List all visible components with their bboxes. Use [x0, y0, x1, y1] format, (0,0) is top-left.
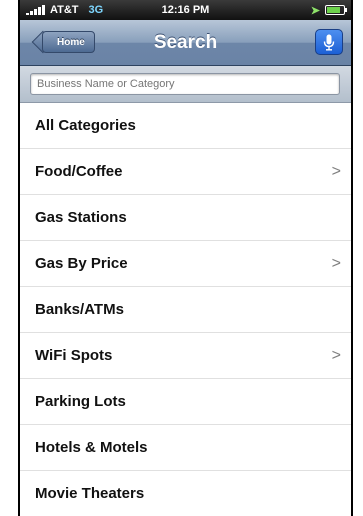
- category-label: Hotels & Motels: [35, 439, 148, 456]
- category-row[interactable]: Parking Lots: [20, 379, 351, 425]
- category-row[interactable]: Food/Coffee >: [20, 149, 351, 195]
- category-label: All Categories: [35, 117, 136, 134]
- voice-search-button[interactable]: [315, 29, 343, 55]
- category-row[interactable]: WiFi Spots >: [20, 333, 351, 379]
- category-list: All Categories Food/Coffee > Gas Stations Ga…: [20, 103, 351, 516]
- category-row[interactable]: Banks/ATMs: [20, 287, 351, 333]
- chevron-right-icon: >: [331, 162, 341, 180]
- category-label: Gas By Price: [35, 255, 128, 272]
- category-row[interactable]: Gas Stations: [20, 195, 351, 241]
- status-bar: AT&T 3G 12:16 PM ➤: [20, 0, 351, 20]
- category-label: Movie Theaters: [35, 485, 145, 502]
- chevron-right-icon: >: [331, 346, 341, 364]
- category-row[interactable]: Movie Theaters: [20, 471, 351, 516]
- home-back-button[interactable]: Home: [42, 31, 95, 53]
- microphone-icon: [323, 34, 335, 51]
- battery-fill: [327, 7, 340, 13]
- category-row[interactable]: All Categories: [20, 103, 351, 149]
- category-row[interactable]: Hotels & Motels: [20, 425, 351, 471]
- chevron-right-icon: >: [331, 254, 341, 272]
- phone-screen: AT&T 3G 12:16 PM ➤ Home Search All Categ…: [18, 0, 353, 516]
- signal-strength-icon: [26, 5, 45, 15]
- category-row[interactable]: Gas By Price >: [20, 241, 351, 287]
- category-label: Food/Coffee: [35, 163, 123, 180]
- network-type: 3G: [88, 4, 104, 16]
- navigation-bar: Home Search: [20, 20, 351, 66]
- category-label: Gas Stations: [35, 209, 127, 226]
- search-input[interactable]: [30, 73, 340, 95]
- search-bar: [20, 66, 351, 103]
- carrier-name: AT&T: [50, 4, 79, 16]
- location-arrow-icon: ➤: [310, 4, 320, 17]
- category-label: Banks/ATMs: [35, 301, 124, 318]
- battery-icon: [325, 5, 347, 15]
- category-label: Parking Lots: [35, 393, 126, 410]
- category-label: WiFi Spots: [35, 347, 113, 364]
